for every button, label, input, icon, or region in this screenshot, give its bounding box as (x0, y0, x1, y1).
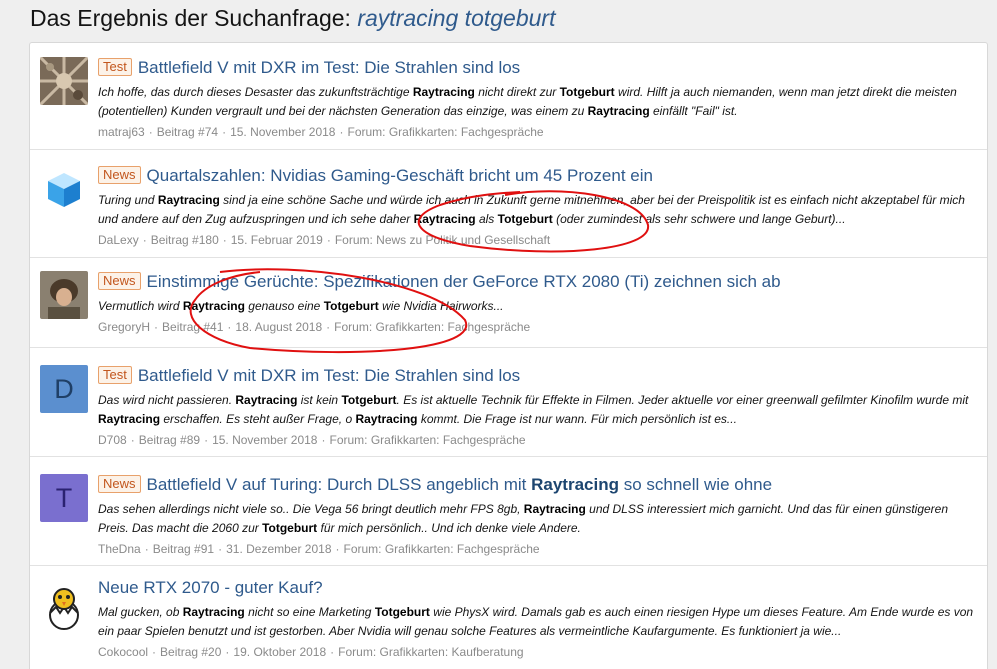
author-link[interactable]: D708 (98, 433, 127, 447)
post-date: 31. Dezember 2018 (226, 542, 332, 556)
chick-egg-avatar-icon (40, 583, 88, 631)
result-snippet: Das sehen allerdings nicht viele so.. Di… (98, 502, 949, 535)
result-title-link[interactable]: Battlefield V mit DXR im Test: Die Strah… (138, 58, 520, 77)
result-snippet: Ich hoffe, das durch dieses Desaster das… (98, 85, 957, 118)
result-title: Test Battlefield V mit DXR im Test: Die S… (98, 57, 977, 79)
avatar[interactable] (40, 57, 88, 105)
post-date: 18. August 2018 (235, 320, 323, 334)
highlight-term: Raytracing (182, 299, 245, 313)
result-title: Test Battlefield V mit DXR im Test: Die S… (98, 365, 977, 387)
result-title: News Quartalszahlen: Nvidias Gaming-Gesch… (98, 165, 977, 187)
highlight-term: Totgeburt (262, 521, 318, 535)
prefix-badge[interactable]: Test (98, 366, 132, 384)
search-query: raytracing totgeburt (357, 5, 556, 31)
prefix-badge[interactable]: Test (98, 58, 132, 76)
highlight-term: Raytracing (182, 605, 245, 619)
search-result: D Test Battlefield V mit DXR im Test: Die… (30, 349, 987, 457)
result-meta: matraj63 · Beitrag #74 · 15. November 2018 · F… (98, 125, 544, 139)
search-result: Test Battlefield V mit DXR im Test: Die S… (30, 43, 987, 150)
search-results-list: Test Battlefield V mit DXR im Test: Die S… (29, 42, 988, 669)
highlight-term: Raytracing (587, 104, 650, 118)
result-title: News Einstimmige Gerüchte: Spezifikatione… (98, 271, 977, 293)
highlight-term: Raytracing (523, 502, 586, 516)
post-number[interactable]: Beitrag #20 (160, 645, 221, 659)
result-title-link[interactable]: Quartalszahlen: Nvidias Gaming-Geschäft … (147, 166, 653, 185)
result-title: News Battlefield V auf Turing: Durch DLSS… (98, 474, 977, 496)
person-photo-avatar-icon (40, 271, 88, 319)
avatar[interactable] (40, 165, 88, 213)
result-title: Neue RTX 2070 - guter Kauf? (98, 577, 977, 599)
highlight-term: Raytracing (235, 393, 298, 407)
author-link[interactable]: matraj63 (98, 125, 145, 139)
highlight-term: Totgeburt (559, 85, 615, 99)
forum-link[interactable]: Forum: News zu Politik und Gesellschaft (335, 233, 550, 247)
result-snippet: Das wird nicht passieren. Raytracing ist… (98, 393, 969, 426)
result-snippet: Mal gucken, ob Raytracing nicht so eine … (98, 605, 974, 638)
search-result: News Quartalszahlen: Nvidias Gaming-Gesch… (30, 151, 987, 258)
highlight-term: Raytracing (412, 85, 475, 99)
highlight-term: Raytracing (355, 412, 418, 426)
post-date: 19. Oktober 2018 (233, 645, 327, 659)
page-title-prefix: Das Ergebnis der Suchanfrage: (30, 5, 358, 31)
forum-link[interactable]: Forum: Grafikkarten: Fachgespräche (347, 125, 543, 139)
highlight-term: Totgeburt (323, 299, 379, 313)
result-meta: TheDna · Beitrag #91 · 31. Dezember 2018 · For… (98, 542, 540, 556)
result-meta: GregoryH · Beitrag #41 · 18. August 2018 · For… (98, 320, 531, 334)
search-result: News Einstimmige Gerüchte: Spezifikatione… (30, 259, 987, 348)
highlight-term: Totgeburt (341, 393, 397, 407)
post-date: 15. Februar 2019 (230, 233, 323, 247)
highlight-term: Raytracing (157, 193, 220, 207)
result-title-link[interactable]: Battlefield V auf Turing: Durch DLSS ang… (147, 475, 773, 494)
blue-cube-avatar-icon (40, 165, 88, 213)
forum-link[interactable]: Forum: Grafikkarten: Fachgespräche (329, 433, 525, 447)
prefix-badge[interactable]: News (98, 272, 141, 290)
search-result: Neue RTX 2070 - guter Kauf? Mal gucken, … (30, 567, 987, 669)
avatar[interactable] (40, 583, 88, 631)
post-number[interactable]: Beitrag #91 (153, 542, 214, 556)
result-meta: Cokocool · Beitrag #20 · 19. Oktober 2018 · Fo… (98, 645, 524, 659)
search-result: T News Battlefield V auf Turing: Durch DL… (30, 458, 987, 566)
post-date: 15. November 2018 (212, 433, 318, 447)
highlight-term: Totgeburt (497, 212, 553, 226)
highlight-term: Raytracing (413, 212, 476, 226)
forum-link[interactable]: Forum: Grafikkarten: Kaufberatung (338, 645, 523, 659)
result-meta: D708 · Beitrag #89 · 15. November 2018 · Forum… (98, 433, 526, 447)
result-snippet: Turing und Raytracing sind ja eine schön… (98, 193, 965, 226)
avatar[interactable] (40, 271, 88, 319)
post-number[interactable]: Beitrag #89 (139, 433, 200, 447)
page-title: Das Ergebnis der Suchanfrage: raytracing… (30, 5, 555, 32)
avatar[interactable]: D (40, 365, 88, 413)
post-date: 15. November 2018 (230, 125, 336, 139)
result-title-link[interactable]: Battlefield V mit DXR im Test: Die Strah… (138, 366, 520, 385)
author-link[interactable]: GregoryH (98, 320, 150, 334)
result-snippet: Vermutlich wird Raytracing genauso eine … (98, 299, 504, 313)
author-link[interactable]: Cokocool (98, 645, 148, 659)
highlight-term: Raytracing (98, 412, 161, 426)
photo-avatar-icon (40, 57, 88, 105)
highlight-term: Raytracing (531, 475, 619, 494)
author-link[interactable]: TheDna (98, 542, 141, 556)
forum-link[interactable]: Forum: Grafikkarten: Fachgespräche (344, 542, 540, 556)
result-title-link[interactable]: Neue RTX 2070 - guter Kauf? (98, 578, 323, 597)
highlight-term: Totgeburt (374, 605, 430, 619)
author-link[interactable]: DaLexy (98, 233, 139, 247)
prefix-badge[interactable]: News (98, 166, 141, 184)
post-number[interactable]: Beitrag #41 (162, 320, 223, 334)
forum-link[interactable]: Forum: Grafikkarten: Fachgespräche (334, 320, 530, 334)
prefix-badge[interactable]: News (98, 475, 141, 493)
post-number[interactable]: Beitrag #74 (157, 125, 218, 139)
result-title-link[interactable]: Einstimmige Gerüchte: Spezifikationen de… (147, 272, 781, 291)
post-number[interactable]: Beitrag #180 (151, 233, 219, 247)
avatar[interactable]: T (40, 474, 88, 522)
result-meta: DaLexy · Beitrag #180 · 15. Februar 2019 · For… (98, 233, 551, 247)
